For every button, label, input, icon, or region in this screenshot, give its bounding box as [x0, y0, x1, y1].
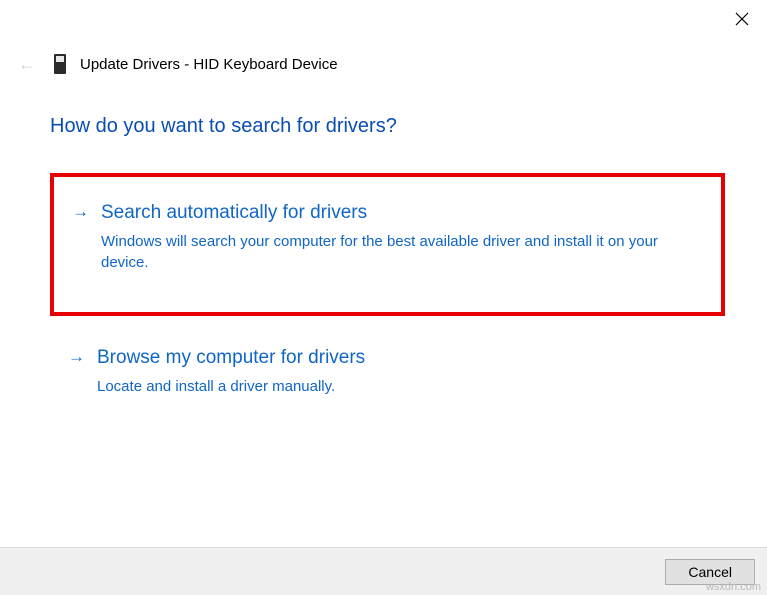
option-body: Search automatically for drivers Windows…	[101, 201, 695, 274]
option-body: Browse my computer for drivers Locate an…	[97, 346, 699, 397]
option-description: Locate and install a driver manually.	[97, 376, 699, 398]
option-search-automatically[interactable]: → Search automatically for drivers Windo…	[50, 173, 725, 316]
arrow-right-icon: →	[72, 201, 89, 223]
arrow-right-icon: →	[68, 346, 85, 368]
update-drivers-dialog: ← Update Drivers - HID Keyboard Device H…	[0, 0, 767, 595]
option-row: → Search automatically for drivers Windo…	[72, 201, 695, 274]
back-arrow-icon: ←	[18, 55, 36, 73]
dialog-footer: Cancel	[0, 547, 767, 595]
dialog-title: Update Drivers - HID Keyboard Device	[80, 56, 338, 73]
option-browse-computer[interactable]: → Browse my computer for drivers Locate …	[50, 324, 725, 419]
close-icon	[735, 12, 749, 26]
dialog-header: ← Update Drivers - HID Keyboard Device	[18, 54, 338, 74]
watermark: wsxdn.com	[706, 581, 761, 593]
option-title: Search automatically for drivers	[101, 201, 695, 226]
option-title: Browse my computer for drivers	[97, 346, 699, 371]
main-question: How do you want to search for drivers?	[50, 115, 397, 138]
option-row: → Browse my computer for drivers Locate …	[68, 346, 699, 397]
device-icon	[54, 54, 66, 74]
close-button[interactable]	[735, 12, 749, 26]
option-description: Windows will search your computer for th…	[101, 231, 695, 275]
